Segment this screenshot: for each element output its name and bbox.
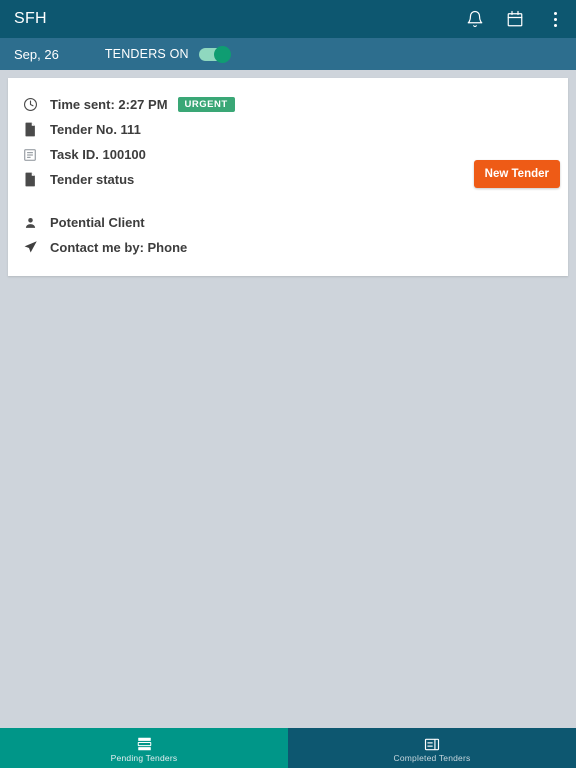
notifications-icon[interactable] [464,8,486,30]
tender-card[interactable]: Time sent: 2:27 PM URGENT Tender No. 111 [8,78,568,276]
card-row-divider-space [8,192,568,210]
current-date-label: Sep, 26 [14,46,59,62]
status-badge: URGENT [177,96,235,113]
tab-pending-tenders-label: Pending Tenders [110,752,178,763]
person-icon [22,215,38,231]
card-row-contact-method: Contact me by: Phone [8,235,568,260]
card-row-client-type: Potential Client [8,210,568,235]
bottom-tab-bar: Pending Tenders Completed Tenders [0,728,576,768]
app-bar-actions [464,8,564,30]
card-row-tender-no: Tender No. 111 [8,117,568,142]
time-sent-text: Time sent: 2:27 PM [50,97,168,112]
send-icon [22,240,38,256]
tab-completed-tenders-label: Completed Tenders [393,752,471,763]
app-title: SFH [14,10,47,27]
overflow-menu-icon[interactable] [546,8,564,30]
task-id-text: Task ID. 100100 [50,147,146,162]
client-type-text: Potential Client [50,215,145,230]
new-tender-button[interactable]: New Tender [473,160,560,188]
sub-bar: Sep, 26 TENDERS ON [0,38,576,70]
calendar-icon[interactable] [504,8,526,30]
app-root: SFH Sep, 26 TENDERS ON Time sent: 2:27 P… [0,0,576,768]
app-bar: SFH [0,0,576,38]
tender-status-text: Tender status [50,172,135,187]
tab-completed-tenders[interactable]: Completed Tenders [288,728,576,768]
table-rows-icon [137,737,152,752]
description-icon [22,147,38,163]
contact-method-text: Contact me by: Phone [50,240,188,255]
tender-no-text: Tender No. 111 [50,122,141,137]
main-content: Time sent: 2:27 PM URGENT Tender No. 111 [0,70,576,728]
tab-pending-tenders[interactable]: Pending Tenders [0,728,288,768]
card-row-time-sent: Time sent: 2:27 PM URGENT [8,92,568,117]
dashboard-panel-icon [424,737,440,752]
tenders-toggle-switch[interactable] [198,45,231,63]
document-icon [22,172,38,188]
document-icon [22,122,38,138]
clock-icon [22,97,38,113]
tenders-toggle-label: TENDERS ON [104,47,189,61]
toggle-knob [213,45,231,63]
